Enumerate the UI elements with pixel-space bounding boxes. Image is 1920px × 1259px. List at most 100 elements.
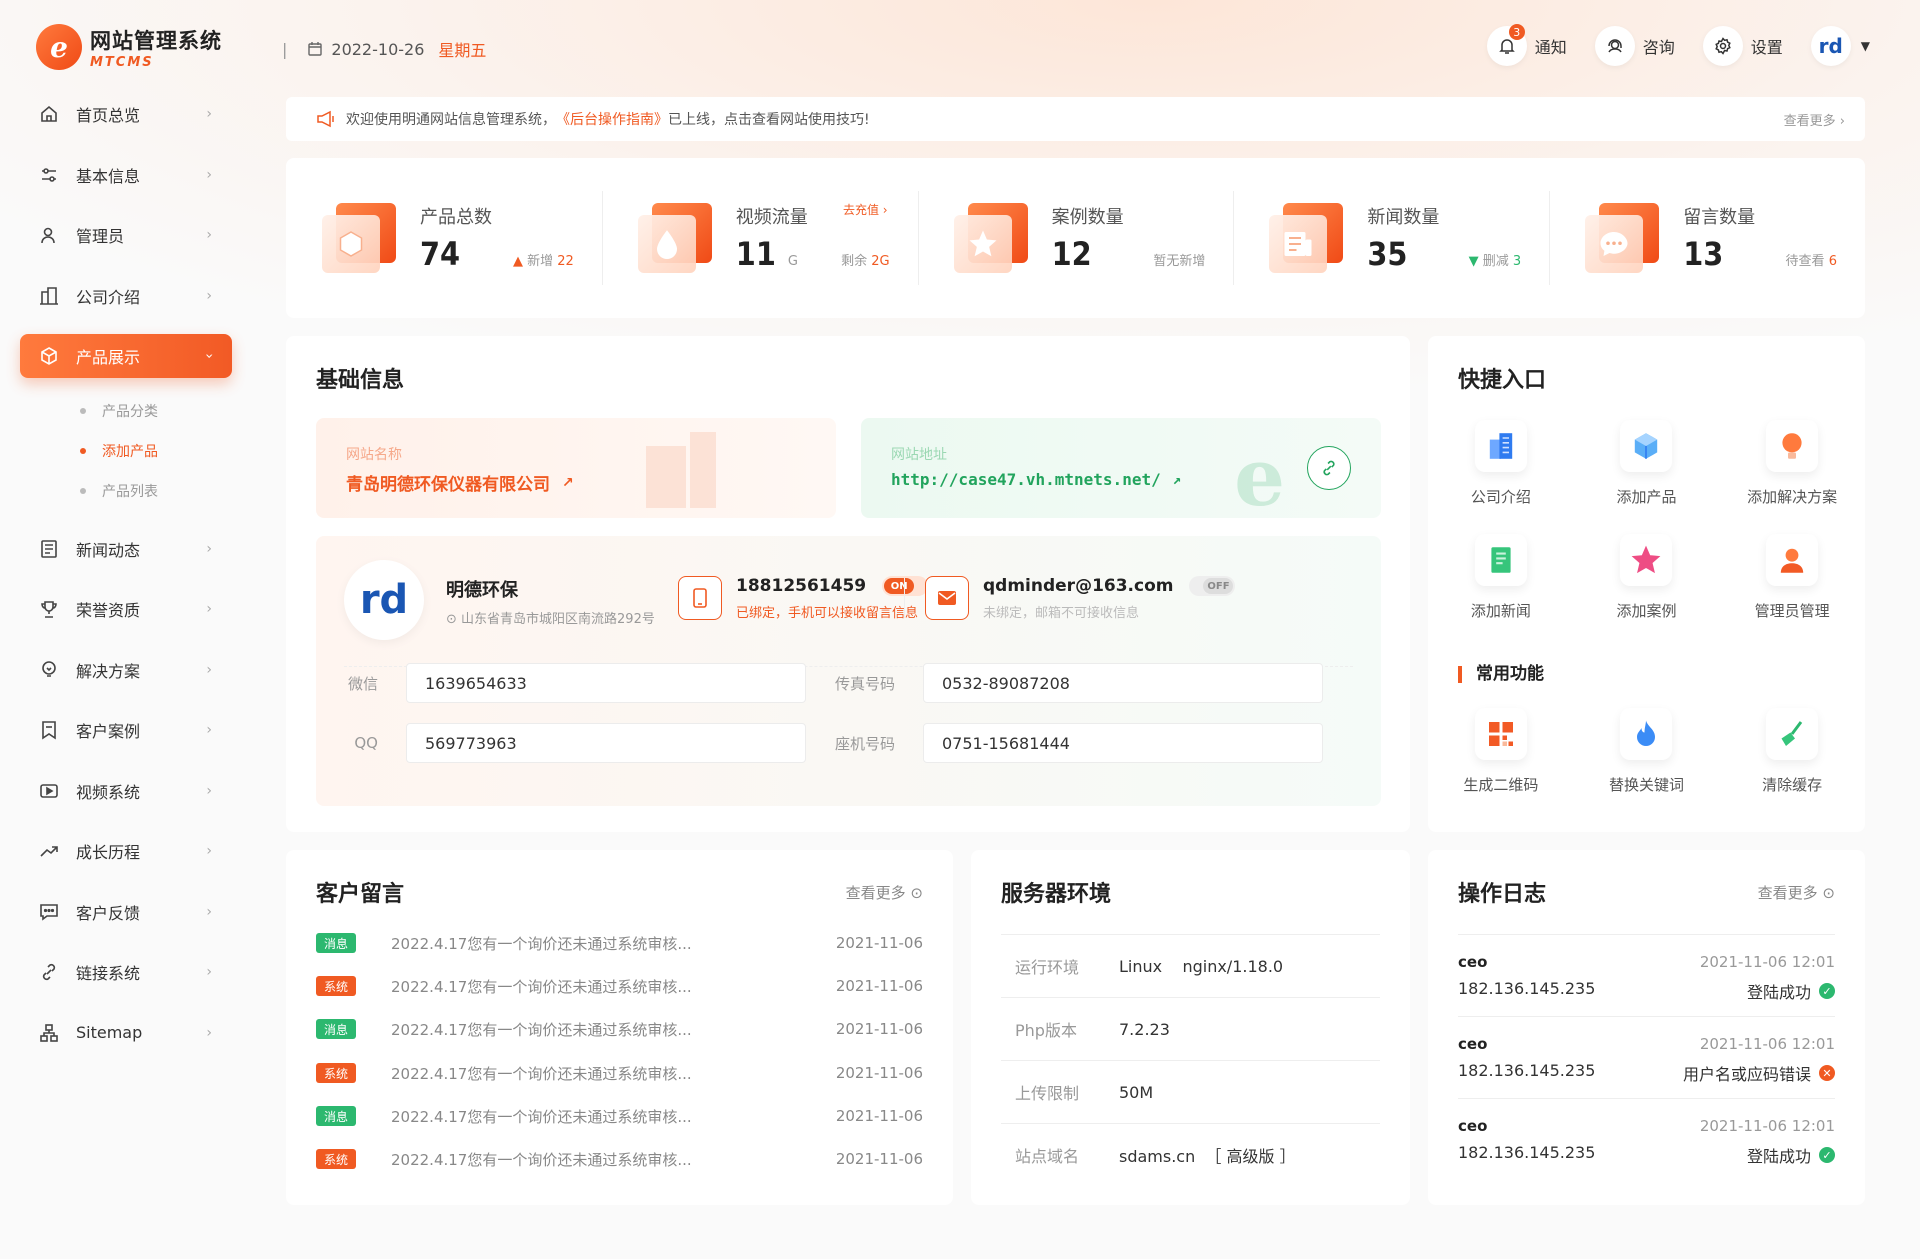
box-icon: [1620, 420, 1673, 472]
gear-icon: [1714, 37, 1732, 55]
quick-add-product[interactable]: 添加产品: [1574, 420, 1720, 534]
chevron-right-icon: ›: [206, 964, 212, 980]
sidebar-item-cases[interactable]: 客户案例 ›: [20, 708, 232, 752]
fax-field[interactable]: 0532-89087208: [923, 663, 1323, 703]
sidebar-item-basic-info[interactable]: 基本信息 ›: [20, 153, 232, 197]
chevron-right-icon: ›: [206, 782, 212, 799]
stat-messages[interactable]: 留言数量 13 待查看 6: [1549, 183, 1865, 293]
mail-icon: [925, 576, 969, 620]
common-clear-cache[interactable]: 清除缓存: [1719, 708, 1865, 822]
qq-row: QQ 569773963: [316, 723, 806, 763]
sidebar-item-honors[interactable]: 荣誉资质 ›: [20, 587, 232, 631]
sidebar-item-video[interactable]: 视频系统 ›: [20, 769, 232, 813]
qq-field[interactable]: 569773963: [406, 723, 806, 763]
sidebar-item-news[interactable]: 新闻动态 ›: [20, 527, 232, 571]
site-url-value[interactable]: http://case47.vh.mtnets.net/: [891, 470, 1161, 489]
messages-more-link[interactable]: 查看更多 ⊙: [846, 882, 923, 903]
common-grid: 生成二维码 替换关键词 清除缓存: [1428, 708, 1865, 822]
subnav-item-add-product[interactable]: 添加产品: [80, 431, 232, 471]
landline-row: 座机号码 0751-15681444: [833, 723, 1323, 763]
recharge-link[interactable]: 去充值 ›: [843, 201, 888, 218]
common-replace-keyword[interactable]: 替换关键词: [1574, 708, 1720, 822]
sidebar-item-history[interactable]: 成长历程 ›: [20, 829, 232, 873]
trend-up-icon: [38, 840, 60, 862]
panel-title: 操作日志: [1458, 882, 1547, 907]
chevron-right-icon: ›: [206, 540, 212, 557]
common-qrcode[interactable]: 生成二维码: [1428, 708, 1574, 822]
message-date: 2021-11-06: [835, 1064, 923, 1082]
building-icon: [1474, 420, 1527, 472]
sidebar-item-admin[interactable]: 管理员 ›: [20, 213, 232, 257]
message-row[interactable]: 消息 2022.4.17您有一个询价还未通过系统审核... 2021-11-06: [316, 1103, 923, 1129]
header-actions: 3 通知 咨询 设置 rd ▼: [1459, 24, 1870, 66]
more-label: 查看更多: [845, 884, 906, 902]
logs-more-link[interactable]: 查看更多 ⊙: [1758, 882, 1835, 903]
chevron-right-icon: ›: [206, 661, 212, 678]
user-menu[interactable]: rd ▼: [1810, 26, 1870, 66]
message-date: 2021-11-06: [835, 934, 923, 952]
settings-button[interactable]: 设置: [1702, 26, 1783, 66]
message-row[interactable]: 消息 2022.4.17您有一个询价还未通过系统审核... 2021-11-06: [316, 930, 923, 956]
notify-button[interactable]: 3 通知: [1486, 24, 1567, 66]
subnav-item-category[interactable]: 产品分类: [80, 391, 232, 431]
stat-news[interactable]: 新闻数量 35 ▼ 删减 3: [1233, 183, 1549, 293]
quick-label: 公司介绍: [1470, 488, 1531, 506]
stat-products[interactable]: 产品总数 74 ▲ 新增 22: [286, 183, 602, 293]
notice-bar[interactable]: 欢迎使用明通网站信息管理系统， 《后台操作指南》 已上线，点击查看网站使用技巧!…: [286, 97, 1865, 141]
sidebar-item-sitemap[interactable]: Sitemap ›: [20, 1011, 232, 1055]
notify-badge: 3: [1508, 24, 1525, 40]
stat-unit: G: [787, 254, 798, 269]
stat-label: 案例数量: [1051, 207, 1124, 228]
sidebar-item-solutions[interactable]: 解决方案 ›: [20, 648, 232, 692]
message-row[interactable]: 系统 2022.4.17您有一个询价还未通过系统审核... 2021-11-06: [316, 1146, 923, 1172]
quick-add-news[interactable]: 添加新闻: [1428, 534, 1574, 648]
email-toggle[interactable]: OFF: [1189, 576, 1236, 596]
subnav-item-product-list[interactable]: 产品列表: [80, 471, 232, 511]
quick-add-case[interactable]: 添加案例: [1574, 534, 1720, 648]
sidebar-item-feedback[interactable]: 客户反馈 ›: [20, 890, 232, 934]
sidebar-item-links[interactable]: 链接系统 ›: [20, 950, 232, 994]
phone-toggle[interactable]: ON: [882, 576, 929, 596]
log-ip: 182.136.145.235: [1458, 979, 1596, 998]
edit-icon[interactable]: ↗: [1173, 472, 1181, 488]
site-name-value: 青岛明德环保仪器有限公司: [346, 475, 550, 495]
stat-cases[interactable]: 案例数量 12 暂无新增: [917, 183, 1234, 293]
message-text: 2022.4.17您有一个询价还未通过系统审核...: [391, 1150, 692, 1169]
server-key: 上传限制: [1015, 1084, 1080, 1103]
chat-icon: [38, 901, 60, 923]
landline-field[interactable]: 0751-15681444: [923, 723, 1323, 763]
avatar: rd: [1810, 26, 1851, 66]
message-date: 2021-11-06: [835, 1107, 923, 1125]
stat-video-traffic[interactable]: 视频流量 11 G 去充值 › 剩余 2G: [601, 183, 918, 293]
consult-button[interactable]: 咨询: [1594, 26, 1675, 66]
message-text: 2022.4.17您有一个询价还未通过系统审核...: [391, 1107, 692, 1126]
phone-note: 已绑定，手机可以接收留言信息: [736, 606, 919, 621]
wechat-field[interactable]: 1639654633: [406, 663, 806, 703]
sidebar-item-label: 基本信息: [76, 166, 141, 186]
company-address: ⊙ 山东省青岛市城阳区南流路292号: [446, 612, 655, 627]
brand-logo[interactable]: e 网站管理系统 MTCMS: [36, 22, 236, 72]
date-text: 2022-10-26: [331, 39, 425, 59]
sidebar-item-company[interactable]: 公司介绍 ›: [20, 274, 232, 318]
message-date: 2021-11-06: [835, 1150, 923, 1168]
notify-label: 通知: [1534, 38, 1567, 57]
message-row[interactable]: 消息 2022.4.17您有一个询价还未通过系统审核... 2021-11-06: [316, 1016, 923, 1042]
quick-company[interactable]: 公司介绍: [1428, 420, 1574, 534]
guide-link[interactable]: 《后台操作指南》: [556, 109, 668, 129]
megaphone-icon: [316, 110, 336, 128]
weekday-text: 星期五: [438, 41, 487, 60]
quick-grid: 公司介绍 添加产品 添加解决方案 添加新闻 添加案例 管理员管理: [1428, 420, 1865, 648]
sidebar-item-products[interactable]: 产品展示 ›: [20, 334, 232, 378]
quick-admin-manage[interactable]: 管理员管理: [1719, 534, 1865, 648]
message-row[interactable]: 系统 2022.4.17您有一个询价还未通过系统审核... 2021-11-06: [316, 1060, 923, 1086]
document-icon: [1474, 534, 1527, 586]
open-link-button[interactable]: [1307, 446, 1351, 490]
quick-add-solution[interactable]: 添加解决方案: [1719, 420, 1865, 534]
sidebar-item-home[interactable]: 首页总览 ›: [20, 92, 232, 136]
bullet-icon: [80, 447, 86, 454]
site-url-card: 网站地址 http://case47.vh.mtnets.net/↗ e: [861, 418, 1381, 518]
notice-more-link[interactable]: 查看更多 ›: [1784, 110, 1845, 129]
message-row[interactable]: 系统 2022.4.17您有一个询价还未通过系统审核... 2021-11-06: [316, 973, 923, 999]
user-icon: [38, 224, 60, 246]
edit-icon[interactable]: ↗: [562, 475, 574, 491]
